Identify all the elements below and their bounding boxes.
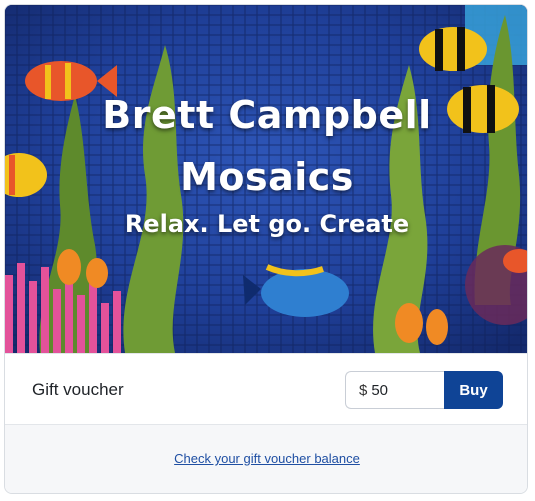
banner-image: Brett Campbell Mosaics Relax. Let go. Cr…	[5, 5, 527, 353]
currency-symbol: $	[359, 381, 368, 399]
gift-voucher-label: Gift voucher	[32, 380, 124, 399]
voucher-purchase-row: Gift voucher $ Buy	[5, 353, 527, 425]
voucher-amount-field[interactable]: $	[345, 371, 445, 409]
banner-tagline: Relax. Let go. Create	[124, 210, 410, 238]
buy-button[interactable]: Buy	[444, 371, 503, 409]
check-balance-link[interactable]: Check your gift voucher balance	[5, 451, 527, 466]
banner-title-line1: Brett Campbell	[102, 93, 432, 137]
gift-voucher-card: Brett Campbell Mosaics Relax. Let go. Cr…	[4, 4, 528, 494]
voucher-amount-input[interactable]	[367, 381, 432, 399]
banner-title-line2: Mosaics	[180, 155, 354, 199]
voucher-footer: Check your gift voucher balance	[5, 425, 527, 493]
